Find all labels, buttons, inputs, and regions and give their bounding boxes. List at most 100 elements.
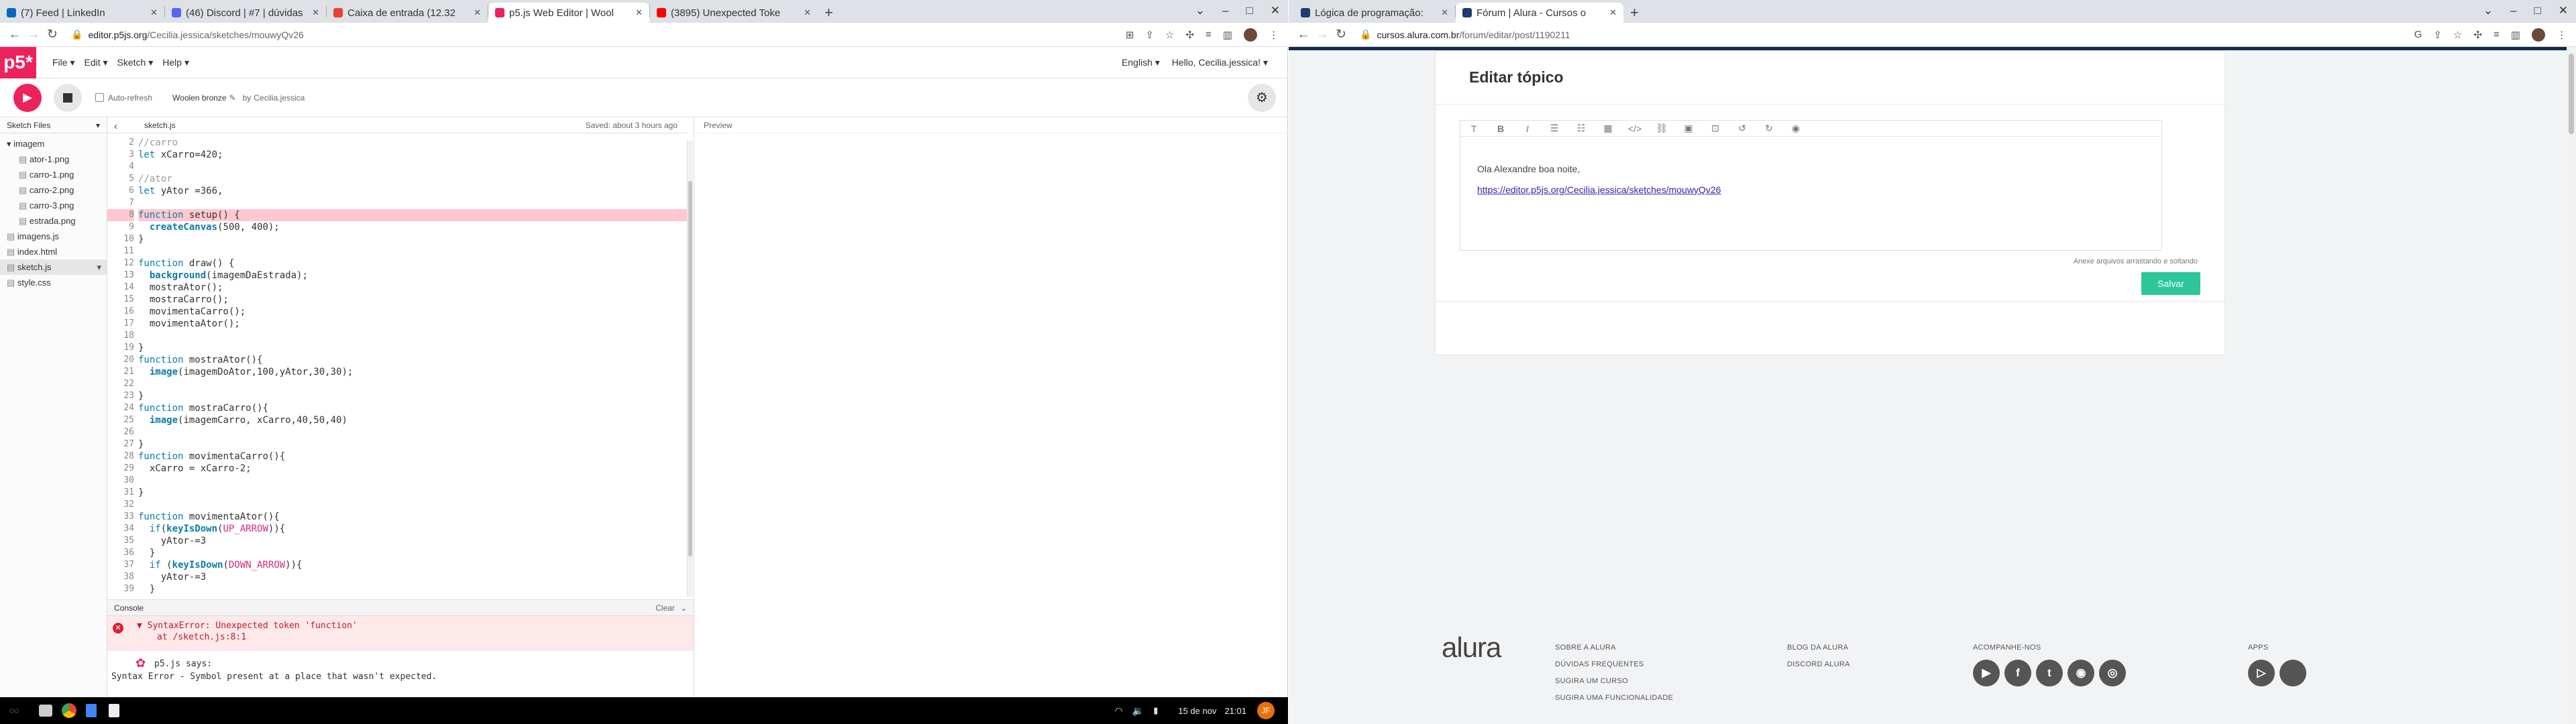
- google-play-icon[interactable]: ▷: [2248, 660, 2275, 686]
- right-bookmark-star-icon[interactable]: ☆: [2453, 29, 2462, 41]
- extensions-icon[interactable]: ✣: [1185, 29, 1194, 41]
- menu-sketch[interactable]: Sketch ▾: [117, 57, 154, 68]
- translate-icon[interactable]: ⊞: [1126, 29, 1134, 41]
- browser-tab[interactable]: Caixa de entrada (12.32 ✕: [327, 3, 488, 23]
- sketch-name[interactable]: Woolen bronze: [172, 93, 227, 103]
- right-new-tab-button[interactable]: +: [1623, 3, 1646, 23]
- file-item[interactable]: ▤ estrada.png: [0, 213, 107, 229]
- tab-close-icon[interactable]: ✕: [150, 7, 158, 18]
- media-icon[interactable]: ≡: [1205, 29, 1212, 40]
- alura-logo[interactable]: alura: [1442, 631, 1501, 664]
- stop-button[interactable]: [54, 83, 82, 112]
- footer-link[interactable]: SUGIRA UM CURSO: [1555, 677, 1673, 694]
- save-button[interactable]: Salvar: [2141, 272, 2200, 295]
- footer-link[interactable]: BLOG DA ALURA: [1787, 644, 1850, 660]
- url-field[interactable]: 🔒 editor.p5js.org/Cecilia.jessica/sketch…: [66, 26, 1059, 44]
- instagram-icon[interactable]: ◎: [2099, 660, 2126, 686]
- new-tab-button[interactable]: +: [818, 3, 840, 23]
- twitter-icon[interactable]: t: [2036, 660, 2063, 686]
- pencil-icon[interactable]: ✎: [229, 93, 236, 103]
- browser-tab[interactable]: Lógica de programação: ✕: [1294, 3, 1455, 23]
- share-icon[interactable]: ⇪: [1145, 29, 1154, 41]
- tab-search-icon[interactable]: ⌄: [1195, 4, 1205, 17]
- file-options-icon[interactable]: ▾: [97, 259, 101, 275]
- tab-close-icon[interactable]: ✕: [804, 7, 811, 18]
- error-expand-icon[interactable]: ▼: [137, 621, 148, 631]
- undo-icon[interactable]: ↺: [1729, 123, 1756, 134]
- play-button[interactable]: ▶: [13, 83, 42, 112]
- youtube-icon[interactable]: ▶: [1973, 660, 2000, 686]
- apple-icon[interactable]: [2279, 660, 2306, 686]
- p5-logo[interactable]: p5*: [0, 46, 36, 78]
- italic-icon[interactable]: I: [1514, 123, 1541, 134]
- wifi-icon[interactable]: ◠: [1115, 705, 1123, 717]
- sidepanel-icon[interactable]: ▥: [1223, 29, 1232, 41]
- right-url-field[interactable]: 🔒 cursos.alura.com.br/forum/editar/post/…: [1354, 26, 2347, 44]
- right-scrollbar[interactable]: [2567, 47, 2576, 724]
- right-google-icon[interactable]: G: [2414, 29, 2422, 40]
- link-icon[interactable]: ⛓: [1648, 123, 1675, 134]
- file-item[interactable]: ▤ carro-1.png: [0, 167, 107, 182]
- bullet-list-icon[interactable]: ☷: [1568, 123, 1595, 134]
- redo-icon[interactable]: ↻: [1756, 123, 1782, 134]
- table-icon[interactable]: ▦: [1595, 123, 1621, 134]
- menu-help[interactable]: Help ▾: [162, 57, 189, 68]
- user-badge[interactable]: JF: [1257, 702, 1275, 719]
- right-extensions-icon[interactable]: ✣: [2473, 29, 2482, 41]
- right-reload-icon[interactable]: ↻: [1332, 27, 1350, 42]
- settings-gear-icon[interactable]: ⚙: [1248, 83, 1276, 112]
- auto-refresh-checkbox[interactable]: [95, 93, 104, 102]
- right-back-icon[interactable]: ←: [1294, 27, 1313, 42]
- forward-icon[interactable]: →: [24, 27, 43, 42]
- file-item[interactable]: ▤ sketch.js ▾: [0, 259, 107, 275]
- tab-close-icon[interactable]: ✕: [474, 7, 481, 18]
- right-share-icon[interactable]: ⇪: [2433, 29, 2442, 41]
- file-item[interactable]: ▤ carro-2.png: [0, 182, 107, 198]
- code-editor[interactable]: //carro let xCarro=420; //ator let yAtor =…: [138, 137, 687, 599]
- reload-icon[interactable]: ↻: [43, 27, 62, 42]
- code-icon[interactable]: </>: [1621, 123, 1648, 134]
- right-minimize-icon[interactable]: –: [2510, 4, 2516, 17]
- bold-icon[interactable]: B: [1487, 123, 1514, 134]
- rich-text-editor[interactable]: T B I ☰ ☷ ▦ </> ⛓ ▣ ⊡ ↺ ↻ ◉ Ola Alexandr…: [1460, 120, 2162, 251]
- menu-edit[interactable]: Edit ▾: [84, 57, 107, 68]
- right-media-icon[interactable]: ≡: [2493, 29, 2500, 40]
- minimize-icon[interactable]: –: [1222, 4, 1228, 17]
- files-app-icon[interactable]: [39, 705, 53, 717]
- tab-close-icon[interactable]: ✕: [635, 7, 643, 18]
- back-icon[interactable]: ←: [5, 27, 24, 42]
- tab-close-icon[interactable]: ✕: [1441, 7, 1448, 18]
- audio-icon[interactable]: 🔉: [1132, 705, 1144, 717]
- ordered-list-icon[interactable]: ☰: [1541, 123, 1568, 134]
- heading-icon[interactable]: T: [1460, 123, 1487, 134]
- right-close-window-icon[interactable]: ✕: [2559, 4, 2568, 17]
- facebook-icon[interactable]: f: [2004, 660, 2031, 686]
- close-window-icon[interactable]: ✕: [1271, 4, 1280, 17]
- user-menu[interactable]: Hello, Cecilia.jessica! ▾: [1172, 57, 1268, 68]
- notes-app-icon[interactable]: [109, 704, 120, 717]
- right-sidepanel-icon[interactable]: ▥: [2511, 29, 2520, 41]
- bookmark-star-icon[interactable]: ☆: [1165, 29, 1174, 41]
- right-maximize-icon[interactable]: □: [2534, 4, 2540, 17]
- footer-link[interactable]: SOBRE A ALURA: [1555, 644, 1673, 660]
- folder-imagem[interactable]: ▾ imagem: [0, 136, 107, 152]
- image-icon[interactable]: ▣: [1675, 123, 1702, 134]
- chrome-app-icon[interactable]: [62, 703, 77, 718]
- battery-icon[interactable]: ▮: [1153, 705, 1158, 716]
- file-item[interactable]: ▤ carro-3.png: [0, 198, 107, 213]
- browser-tab[interactable]: (46) Discord | #7 | dúvidas ✕: [165, 3, 326, 23]
- right-profile-avatar[interactable]: [2532, 27, 2545, 42]
- tab-close-icon[interactable]: ✕: [1609, 7, 1617, 18]
- menu-file[interactable]: File ▾: [52, 57, 74, 68]
- browser-tab[interactable]: Fórum | Alura - Cursos o ✕: [1456, 3, 1623, 23]
- console-clear-button[interactable]: Clear: [655, 603, 675, 613]
- maximize-icon[interactable]: □: [1246, 4, 1252, 17]
- file-item[interactable]: ▤ index.html: [0, 244, 107, 259]
- github-icon[interactable]: ◉: [2068, 660, 2094, 686]
- tab-close-icon[interactable]: ✕: [312, 7, 319, 18]
- editor-scrollbar[interactable]: [687, 141, 693, 597]
- post-link[interactable]: https://editor.p5js.org/Cecilia.jessica/…: [1477, 184, 1721, 195]
- right-browser-menu-icon[interactable]: ⋮: [2557, 29, 2567, 41]
- footer-link[interactable]: SUGIRA UMA FUNCIONALIDADE: [1555, 694, 1673, 711]
- docs-app-icon[interactable]: [86, 704, 97, 717]
